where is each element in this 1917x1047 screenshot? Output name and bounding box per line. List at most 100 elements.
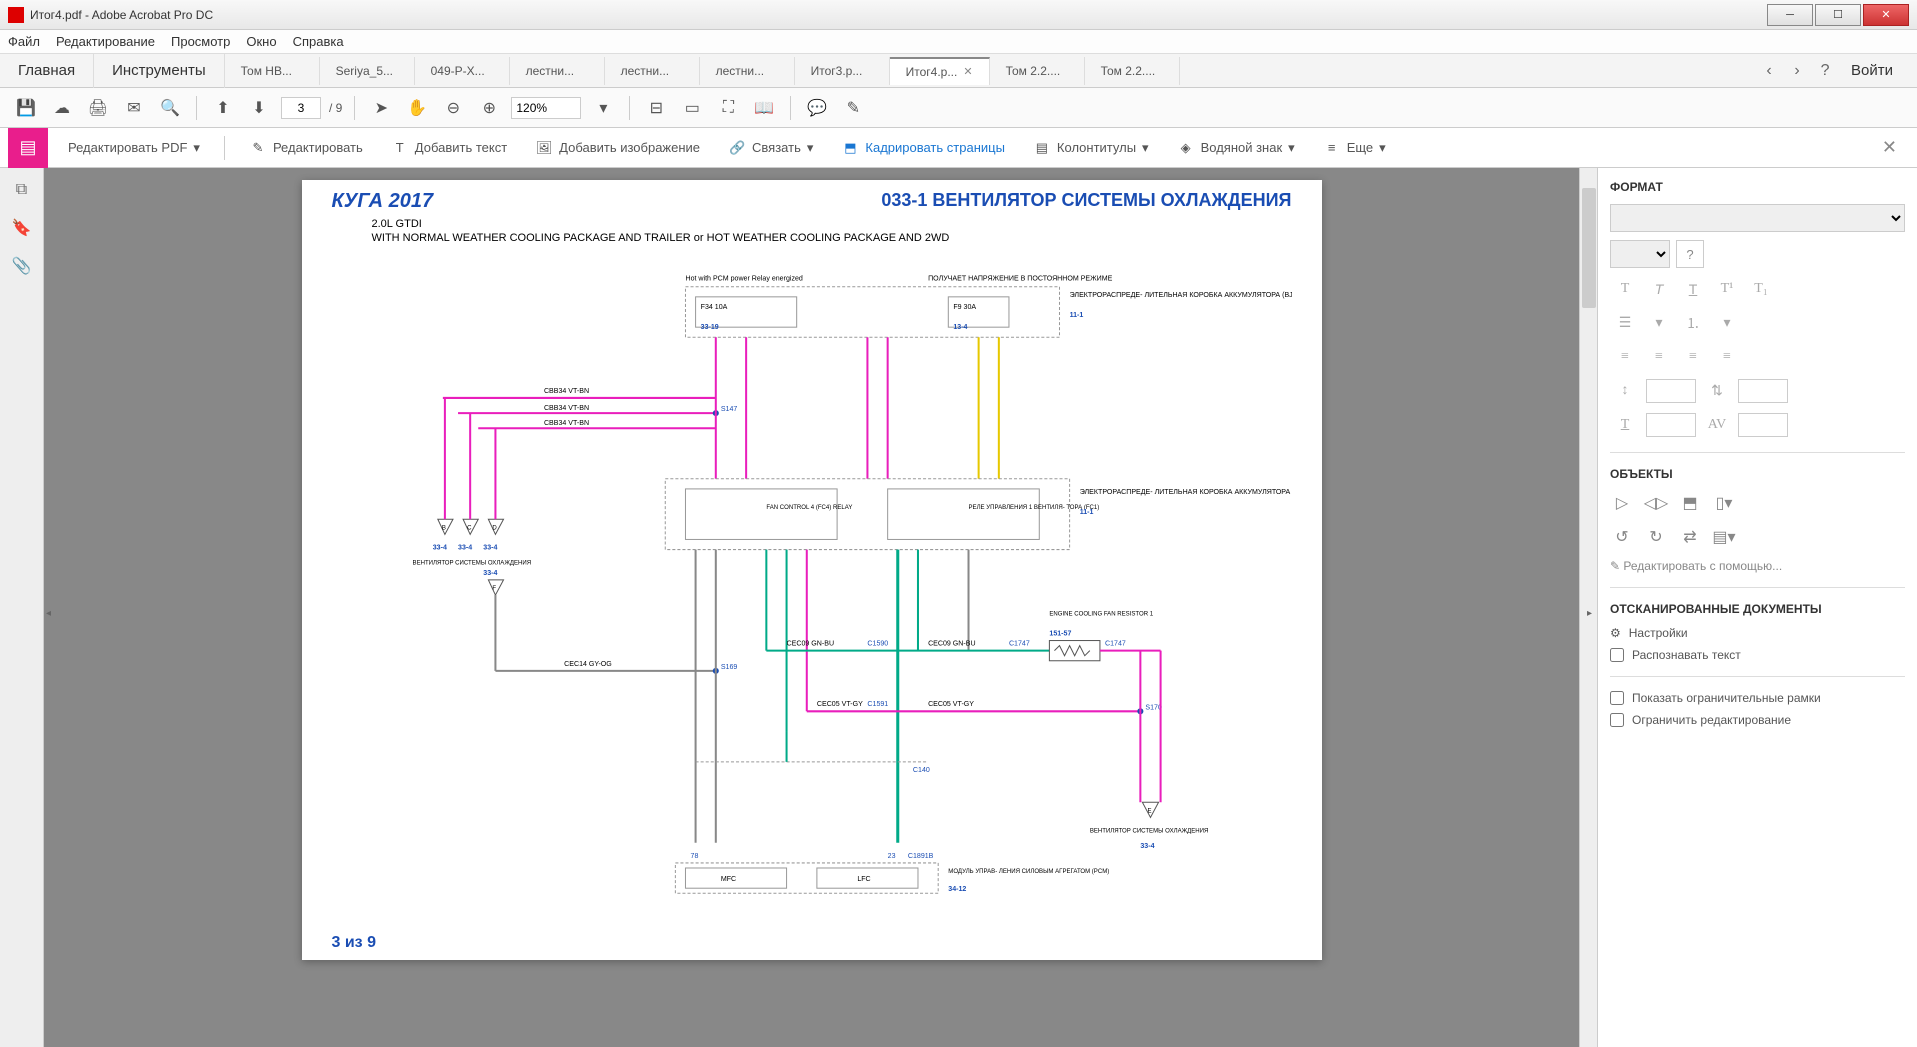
tab-9[interactable]: Том 2.2.... — [1085, 57, 1180, 85]
bold-icon[interactable]: T — [1610, 276, 1640, 302]
rotate-cw-icon[interactable]: ↻ — [1644, 525, 1668, 549]
edit-button[interactable]: ✎Редактировать — [241, 132, 371, 164]
edit-with-link[interactable]: ✎ Редактировать с помощью... — [1610, 559, 1905, 573]
tab-close-icon[interactable]: ✕ — [963, 65, 972, 78]
replace-icon[interactable]: ⇄ — [1678, 525, 1702, 549]
add-text-button[interactable]: TДобавить текст — [383, 132, 515, 164]
hand-icon[interactable]: ✋ — [403, 94, 431, 122]
minimize-button[interactable]: ─ — [1767, 4, 1813, 26]
zoom-out-icon[interactable]: ⊖ — [439, 94, 467, 122]
fit-width-icon[interactable]: ⊟ — [642, 94, 670, 122]
para-spacing-input[interactable] — [1738, 379, 1788, 403]
dropdown-icon[interactable]: ▾ — [1644, 310, 1674, 336]
align-left-icon[interactable]: ≡ — [1610, 344, 1640, 370]
numbered-list-icon[interactable]: ⒈ — [1678, 310, 1708, 336]
limit-edit-checkbox[interactable]: Ограничить редактирование — [1610, 713, 1905, 727]
maximize-button[interactable]: ☐ — [1815, 4, 1861, 26]
mail-icon[interactable]: ✉ — [120, 94, 148, 122]
collapse-right-icon[interactable]: ▸ — [1587, 608, 1595, 628]
align-right-icon[interactable]: ≡ — [1678, 344, 1708, 370]
menu-file[interactable]: Файл — [8, 34, 40, 49]
tab-7[interactable]: Итог4.р...✕ — [890, 57, 990, 85]
menu-view[interactable]: Просмотр — [171, 34, 230, 49]
add-image-button[interactable]: 🖼Добавить изображение — [527, 132, 708, 164]
font-select[interactable] — [1610, 204, 1905, 232]
line-spacing-icon[interactable]: ↕ — [1610, 378, 1640, 404]
crop-object-icon[interactable]: ⬒ — [1678, 491, 1702, 515]
char-spacing-input[interactable] — [1738, 413, 1788, 437]
collapse-left-icon[interactable]: ◂ — [46, 608, 54, 628]
page-down-icon[interactable]: ⬇ — [245, 94, 273, 122]
underline-icon[interactable]: T — [1678, 276, 1708, 302]
login-button[interactable]: Войти — [1843, 62, 1901, 79]
paragraph-spacing-icon[interactable]: ⇅ — [1702, 378, 1732, 404]
tab-0[interactable]: Том НВ... — [225, 57, 320, 85]
tab-3[interactable]: лестни... — [510, 57, 605, 85]
rotate-ccw-icon[interactable]: ↺ — [1610, 525, 1634, 549]
align-justify-icon[interactable]: ≡ — [1712, 344, 1742, 370]
align-center-icon[interactable]: ≡ — [1644, 344, 1674, 370]
nav-home[interactable]: Главная — [0, 54, 94, 88]
page-up-icon[interactable]: ⬆ — [209, 94, 237, 122]
search-icon[interactable]: 🔍 — [156, 94, 184, 122]
document-area[interactable]: ◂ КУГА 2017 033-1 ВЕНТИЛЯТОР СИСТЕМЫ ОХЛ… — [44, 168, 1597, 1047]
headers-button[interactable]: ▤Колонтитулы ▾ — [1025, 132, 1157, 164]
checkbox[interactable] — [1610, 648, 1624, 662]
print-icon[interactable]: 🖨 — [84, 94, 112, 122]
scrollbar-thumb[interactable] — [1582, 188, 1596, 308]
tab-1[interactable]: Seriya_5... — [320, 57, 415, 85]
fit-page-icon[interactable]: ▭ — [678, 94, 706, 122]
nav-tools[interactable]: Инструменты — [94, 54, 225, 88]
watermark-button[interactable]: ◈Водяной знак ▾ — [1169, 132, 1303, 164]
page-number-input[interactable] — [281, 97, 321, 119]
pointer-icon[interactable]: ➤ — [367, 94, 395, 122]
more-button[interactable]: ≡Еще ▾ — [1315, 132, 1394, 164]
cloud-icon[interactable]: ☁ — [48, 94, 76, 122]
flip-v-icon[interactable]: ◁▷ — [1644, 491, 1668, 515]
comment-icon[interactable]: 💬 — [803, 94, 831, 122]
bookmarks-icon[interactable]: 🔖 — [12, 218, 32, 238]
color-picker-button[interactable]: ? — [1676, 240, 1704, 268]
flip-h-icon[interactable]: ▷ — [1610, 491, 1634, 515]
checkbox[interactable] — [1610, 691, 1624, 705]
show-boxes-checkbox[interactable]: Показать ограничительные рамки — [1610, 691, 1905, 705]
read-mode-icon[interactable]: 📖 — [750, 94, 778, 122]
next-tab-icon[interactable]: › — [1787, 61, 1807, 81]
close-button[interactable]: ✕ — [1863, 4, 1909, 26]
tab-6[interactable]: Итог3.р... — [795, 57, 890, 85]
settings-item[interactable]: ⚙ Настройки — [1610, 626, 1905, 640]
tab-4[interactable]: лестни... — [605, 57, 700, 85]
crop-button[interactable]: ⬒Кадрировать страницы — [833, 132, 1013, 164]
zoom-dropdown-icon[interactable]: ▾ — [589, 94, 617, 122]
bullet-list-icon[interactable]: ☰ — [1610, 310, 1640, 336]
subscript-icon[interactable]: T₁ — [1746, 276, 1776, 302]
fullscreen-icon[interactable]: ⛶ — [714, 94, 742, 122]
edit-pdf-highlight-icon[interactable]: ▤ — [8, 128, 48, 168]
fontsize-select[interactable] — [1610, 240, 1670, 268]
dropdown-icon[interactable]: ▾ — [1712, 310, 1742, 336]
arrange-icon[interactable]: ▯▾ — [1712, 491, 1736, 515]
prev-tab-icon[interactable]: ‹ — [1759, 61, 1779, 81]
char-spacing-icon[interactable]: AV — [1702, 412, 1732, 438]
sign-icon[interactable]: ✎ — [839, 94, 867, 122]
align-objects-icon[interactable]: ▤▾ — [1712, 525, 1736, 549]
link-button[interactable]: 🔗Связать ▾ — [720, 132, 821, 164]
zoom-select[interactable] — [511, 97, 581, 119]
text-color-icon[interactable]: T — [1610, 412, 1640, 438]
save-icon[interactable]: 💾 — [12, 94, 40, 122]
italic-icon[interactable]: T — [1644, 276, 1674, 302]
line-spacing-input[interactable] — [1646, 379, 1696, 403]
superscript-icon[interactable]: T¹ — [1712, 276, 1742, 302]
zoom-in-icon[interactable]: ⊕ — [475, 94, 503, 122]
tab-8[interactable]: Том 2.2.... — [990, 57, 1085, 85]
help-icon[interactable]: ? — [1815, 61, 1835, 81]
edit-pdf-title[interactable]: Редактировать PDF ▾ — [60, 132, 208, 164]
color-input[interactable] — [1646, 413, 1696, 437]
thumbnails-icon[interactable]: ⧉ — [12, 180, 32, 200]
menu-help[interactable]: Справка — [293, 34, 344, 49]
checkbox[interactable] — [1610, 713, 1624, 727]
tab-2[interactable]: 049-Р-Х... — [415, 57, 510, 85]
close-editbar-icon[interactable]: ✕ — [1870, 137, 1909, 158]
menu-window[interactable]: Окно — [246, 34, 276, 49]
tab-5[interactable]: лестни... — [700, 57, 795, 85]
